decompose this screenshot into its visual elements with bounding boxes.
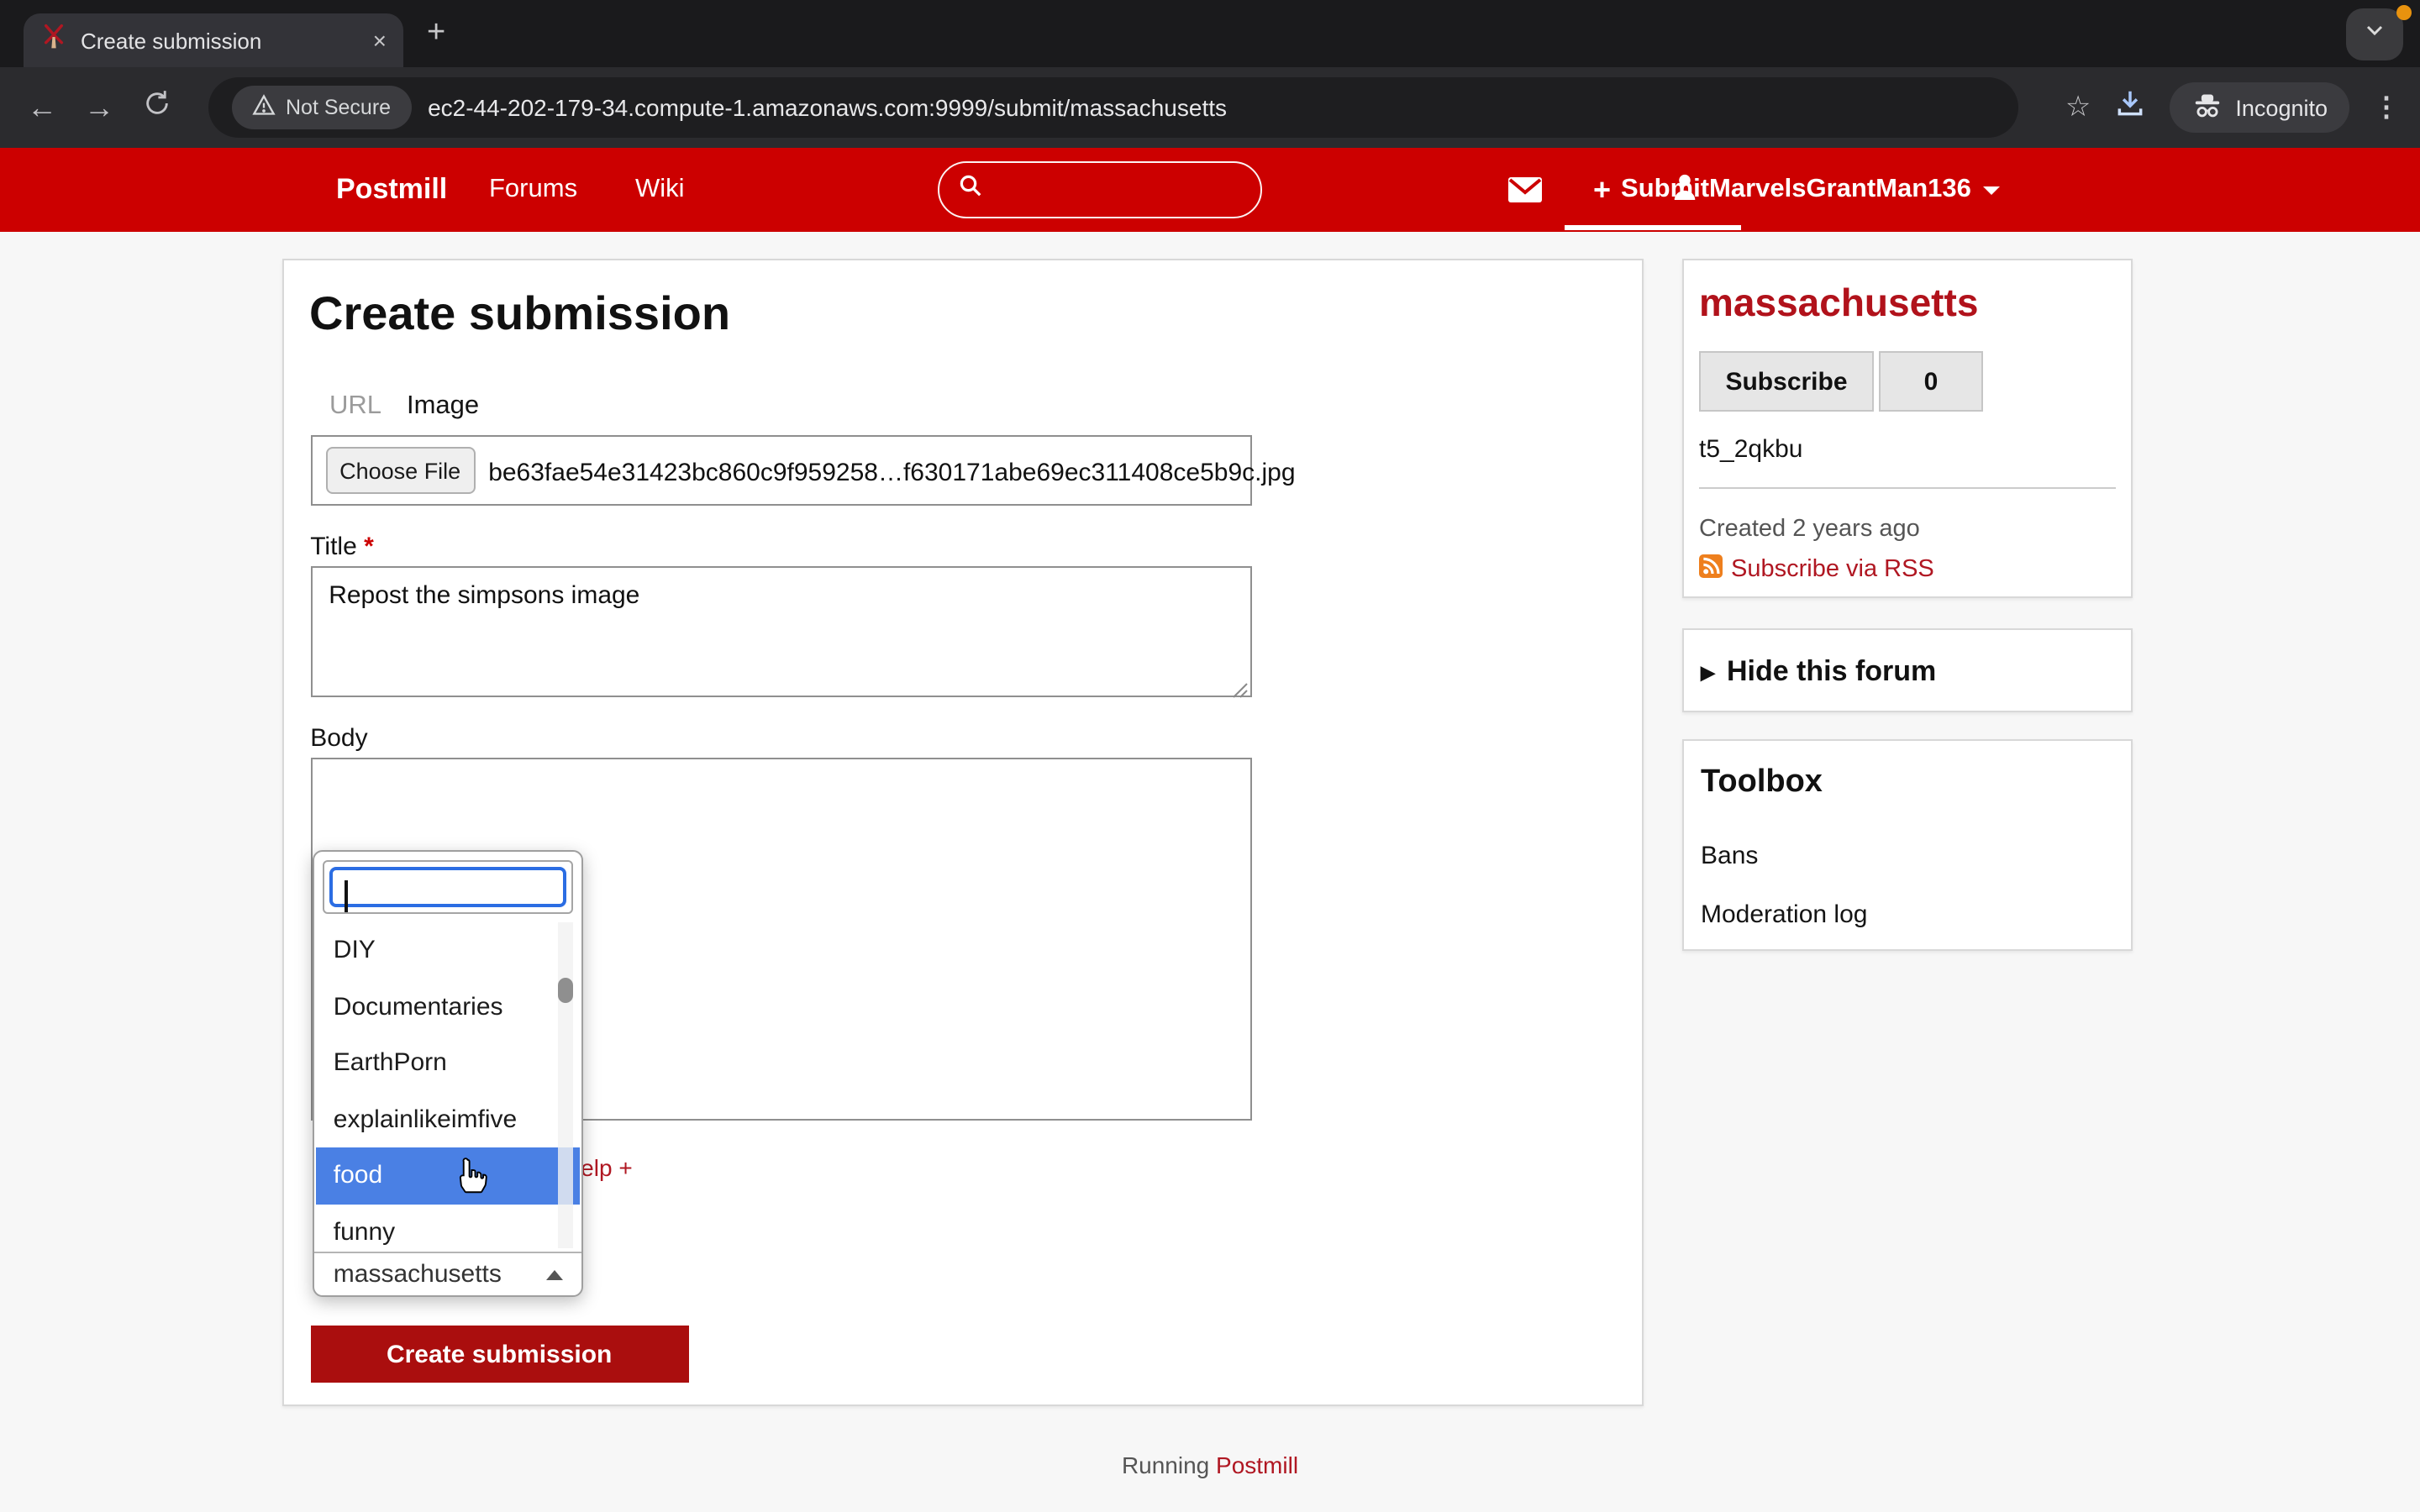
hide-forum-card: ▶ Hide this forum bbox=[1682, 628, 2133, 712]
create-submission-button[interactable]: Create submission bbox=[310, 1326, 688, 1383]
forum-search-wrap bbox=[324, 860, 574, 914]
toolbar-right: ☆ Incognito ⋮ bbox=[2065, 67, 2420, 148]
forum-option[interactable]: DIY bbox=[317, 922, 581, 979]
new-tab-button[interactable]: + bbox=[427, 20, 445, 47]
forum-option[interactable]: Documentaries bbox=[317, 979, 581, 1035]
site-header: Postmill Forums Wiki + Submit bbox=[0, 148, 2420, 232]
forum-option[interactable]: EarthPorn bbox=[317, 1035, 581, 1091]
forum-option[interactable]: funny bbox=[317, 1204, 581, 1250]
reload-button[interactable] bbox=[128, 89, 185, 126]
body-label: Body bbox=[310, 724, 367, 753]
incognito-label: Incognito bbox=[2235, 95, 2328, 120]
rss-label: Subscribe via RSS bbox=[1731, 556, 1934, 583]
username: MarvelsGrantMan136 bbox=[1709, 175, 1971, 205]
user-menu[interactable]: MarvelsGrantMan136 bbox=[1672, 148, 2000, 232]
running-label: Running bbox=[1122, 1452, 1209, 1478]
divider bbox=[1699, 487, 2116, 489]
nav-forums[interactable]: Forums bbox=[489, 148, 577, 232]
forum-info-card: massachusetts Subscribe 0 t5_2qkbu Creat… bbox=[1682, 259, 2133, 598]
forum-dropdown-panel: DIY Documentaries EarthPorn explainlikei… bbox=[313, 850, 584, 1297]
title-field[interactable]: Repost the simpsons image bbox=[310, 566, 1251, 697]
toolbox-card: Toolbox Bans Moderation log bbox=[1682, 739, 2133, 951]
dropdown-scrollbar[interactable] bbox=[559, 922, 574, 1248]
rss-link[interactable]: Subscribe via RSS bbox=[1699, 554, 1934, 585]
messages-envelope-icon[interactable] bbox=[1507, 176, 1543, 212]
site-footer: Running Postmill bbox=[0, 1452, 2420, 1478]
required-asterisk: * bbox=[364, 533, 374, 561]
warning-icon bbox=[252, 94, 276, 121]
tab-image[interactable]: Image bbox=[407, 391, 479, 422]
details-marker-icon: ▶ bbox=[1701, 661, 1715, 683]
postmill-favicon-icon bbox=[40, 23, 67, 58]
download-icon[interactable] bbox=[2114, 87, 2146, 128]
forum-option-list: DIY Documentaries EarthPorn explainlikei… bbox=[317, 922, 581, 1250]
browser-tab[interactable]: Create submission × bbox=[24, 13, 403, 67]
title-label: Title * bbox=[310, 533, 374, 561]
browser-menu-icon[interactable]: ⋮ bbox=[2373, 91, 2400, 124]
security-label: Not Secure bbox=[286, 96, 391, 119]
tab-search-button[interactable] bbox=[2346, 8, 2403, 60]
url-text[interactable]: ec2-44-202-179-34.compute-1.amazonaws.co… bbox=[428, 94, 1227, 121]
subscribe-row: Subscribe 0 bbox=[1699, 351, 1983, 412]
mouse-cursor-hand bbox=[452, 1158, 489, 1203]
tab-url[interactable]: URL bbox=[329, 391, 381, 422]
bookmark-star-icon[interactable]: ☆ bbox=[2065, 91, 2091, 124]
browser-toolbar: ← → Not Secure ec2-44-202-179-34.compute… bbox=[0, 67, 2420, 148]
forum-id: t5_2qkbu bbox=[1699, 435, 1802, 464]
tab-close-icon[interactable]: × bbox=[373, 29, 387, 52]
create-submission-form: Create submission URL Image Choose File … bbox=[282, 259, 1644, 1406]
forum-option[interactable]: explainlikeimfive bbox=[317, 1091, 581, 1147]
plus-icon: + bbox=[1593, 172, 1611, 207]
incognito-icon bbox=[2191, 92, 2223, 123]
screen: Create submission × + ← → bbox=[0, 0, 2420, 1512]
browser-tab-strip: Create submission × + bbox=[0, 0, 2420, 67]
brand-link[interactable]: Postmill bbox=[336, 148, 447, 232]
search-icon bbox=[958, 173, 983, 207]
browser-update-dot bbox=[2396, 5, 2412, 20]
nav-wiki[interactable]: Wiki bbox=[635, 148, 685, 232]
toolbox-modlog-link[interactable]: Moderation log bbox=[1701, 900, 1867, 929]
forward-button[interactable]: → bbox=[71, 90, 128, 125]
choose-file-button[interactable]: Choose File bbox=[325, 447, 475, 494]
toolbox-bans-link[interactable]: Bans bbox=[1701, 842, 1758, 870]
back-button[interactable]: ← bbox=[13, 90, 71, 125]
tab-title: Create submission bbox=[81, 28, 360, 53]
text-caret bbox=[345, 880, 348, 912]
scrollbar-thumb[interactable] bbox=[559, 978, 574, 1003]
forum-select-value: massachusetts bbox=[334, 1260, 502, 1289]
page-title: Create submission bbox=[309, 287, 730, 341]
subscribe-button[interactable]: Subscribe bbox=[1699, 351, 1874, 412]
hide-forum-label: Hide this forum bbox=[1727, 655, 1936, 689]
toolbox-title: Toolbox bbox=[1701, 764, 1823, 801]
forum-created: Created 2 years ago bbox=[1699, 516, 1920, 543]
person-icon bbox=[1672, 172, 1697, 207]
forum-select[interactable]: massachusetts bbox=[315, 1252, 582, 1295]
incognito-chip[interactable]: Incognito bbox=[2170, 82, 2349, 133]
forum-search-input[interactable] bbox=[330, 867, 567, 907]
forum-name-link[interactable]: massachusetts bbox=[1699, 281, 1978, 326]
subscriber-count: 0 bbox=[1879, 351, 1983, 412]
site-search-input[interactable] bbox=[938, 161, 1262, 218]
rss-icon bbox=[1699, 554, 1723, 585]
chevron-down-icon bbox=[2361, 17, 2388, 52]
hide-forum-toggle[interactable]: ▶ Hide this forum bbox=[1701, 630, 1936, 714]
caret-down-icon bbox=[1983, 186, 2000, 194]
resize-handle-icon[interactable] bbox=[1232, 677, 1249, 707]
forum-option-highlighted[interactable]: food bbox=[317, 1147, 581, 1204]
file-name: be63fae54e31423bc860c9f959258…f630171abe… bbox=[488, 437, 1295, 507]
select-arrow-up-icon bbox=[547, 1270, 564, 1280]
security-chip[interactable]: Not Secure bbox=[232, 86, 411, 129]
footer-postmill-link[interactable]: Postmill bbox=[1216, 1452, 1298, 1478]
address-bar[interactable]: Not Secure ec2-44-202-179-34.compute-1.a… bbox=[208, 77, 2018, 138]
image-file-input[interactable]: Choose File be63fae54e31423bc860c9f95925… bbox=[310, 435, 1251, 506]
